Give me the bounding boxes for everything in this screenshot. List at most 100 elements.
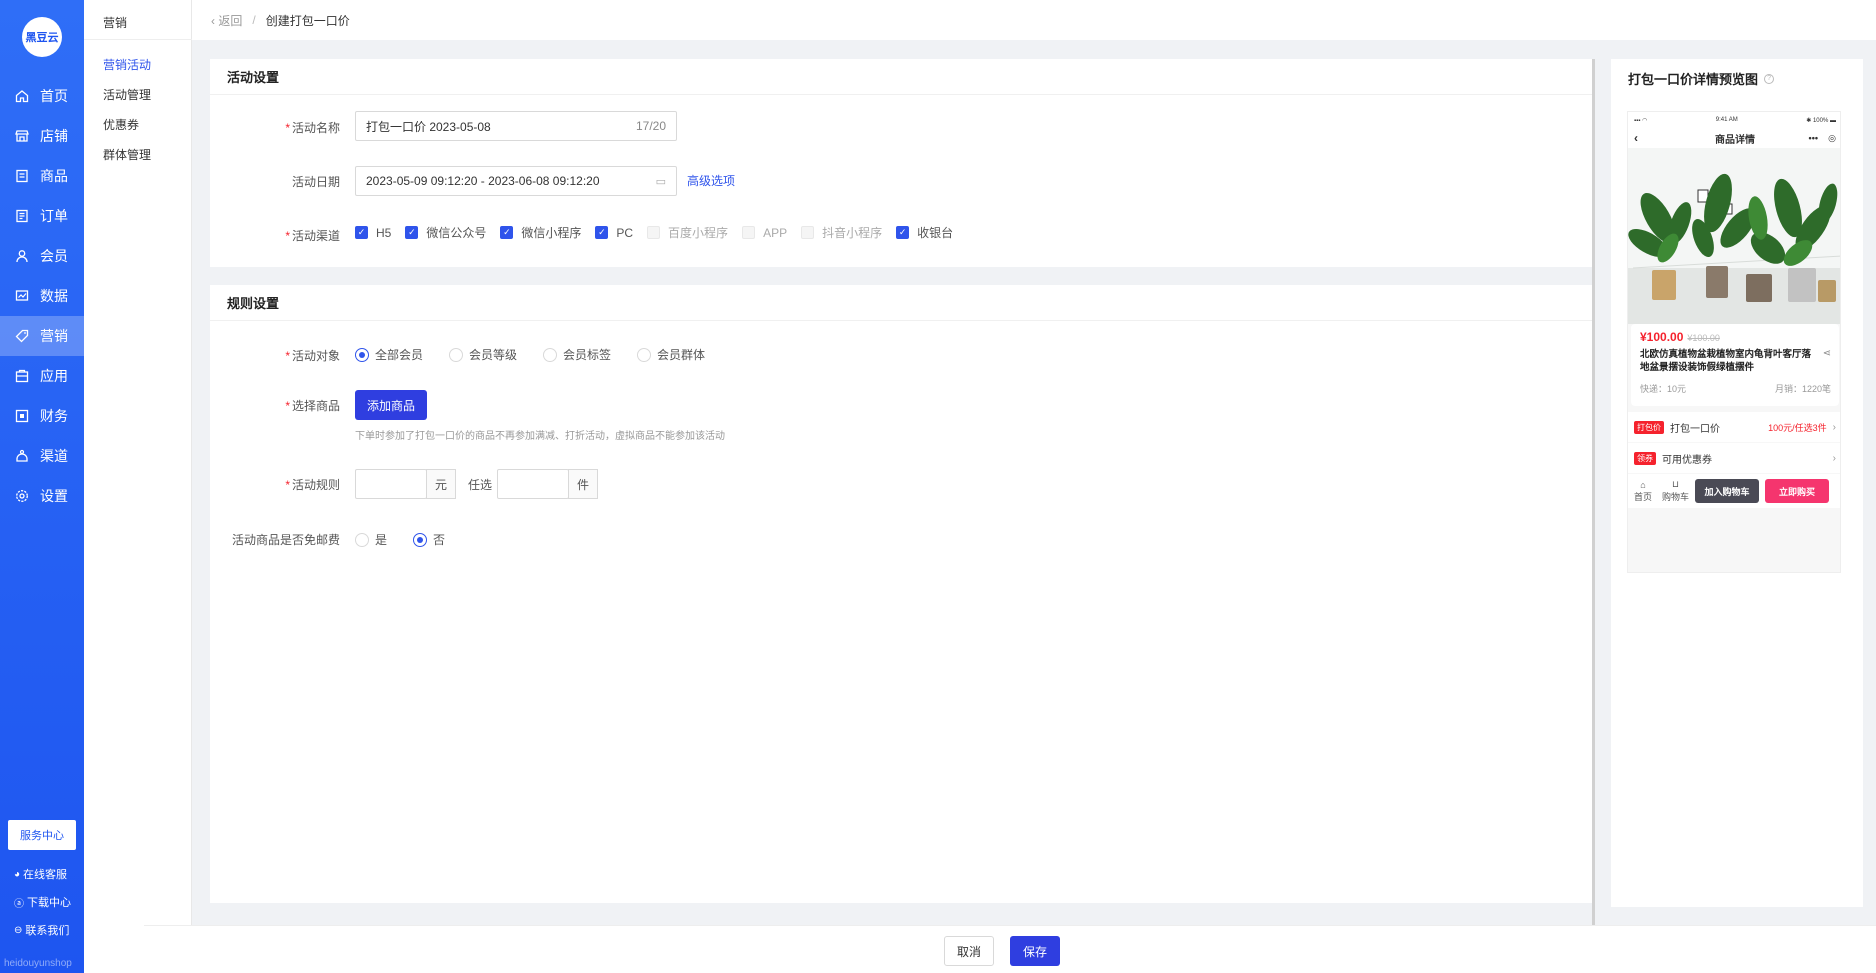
channel-pc[interactable]: ✓ PC xyxy=(595,226,633,240)
status-time: 9:41 AM xyxy=(1715,117,1738,123)
activity-settings-title: 活动设置 xyxy=(210,59,1592,95)
sidebar-item-label: 设置 xyxy=(40,488,68,504)
subnav-item-groups[interactable]: 群体管理 xyxy=(103,146,151,163)
target-member-level[interactable]: 会员等级 xyxy=(449,346,517,363)
free-shipping-no[interactable]: 否 xyxy=(413,531,445,548)
bundle-tag: 打包价 xyxy=(1634,420,1664,434)
subnav-divider xyxy=(84,39,192,40)
rule-label: * 活动规则 xyxy=(285,478,340,492)
advanced-options-link[interactable]: 高级选项 xyxy=(687,172,735,189)
subnav-item-campaigns[interactable]: 营销活动 xyxy=(103,56,151,73)
cart-icon: ⊔ xyxy=(1672,479,1680,489)
panel-divider[interactable] xyxy=(1592,59,1595,925)
subnav-item-coupons[interactable]: 优惠券 xyxy=(103,116,139,133)
bundle-quantity-input[interactable] xyxy=(497,469,569,499)
breadcrumb: ‹ 返回 / 创建打包一口价 xyxy=(192,0,1876,40)
channel-h5[interactable]: ✓ H5 xyxy=(355,226,391,240)
sidebar-item-label: 会员 xyxy=(40,248,68,264)
back-link[interactable]: ‹ 返回 xyxy=(211,12,242,29)
sidebar-item-order[interactable]: 订单 xyxy=(0,196,84,236)
target-member-group[interactable]: 会员群体 xyxy=(637,346,705,363)
chevron-left-icon: ‹ xyxy=(1634,131,1638,145)
channel-checkbox-group: ✓ H5 ✓ 微信公众号 ✓ 微信小程序 ✓ PC 百度小程序 APP 抖音小程序 ✓ 收… xyxy=(355,224,967,241)
sidebar-item-label: 数据 xyxy=(40,288,68,304)
shipping-fee: 快递：10元 xyxy=(1640,384,1687,394)
contact-us-label: 联系我们 xyxy=(25,925,70,937)
any-choose-label: 任选 xyxy=(468,478,493,492)
sidebar-item-label: 渠道 xyxy=(40,448,68,464)
checkbox-checked-icon: ✓ xyxy=(500,226,514,239)
activity-date-label: 活动日期 xyxy=(291,175,340,189)
product-name: 北欧仿真植物盆栽植物室内龟背叶客厅落地盆景摆设装饰假绿植摆件 xyxy=(1640,349,1812,373)
help-icon[interactable]: ? xyxy=(1764,73,1775,84)
target-radio-group: 全部会员 会员等级 会员标签 会员群体 xyxy=(355,346,719,363)
checkbox-disabled-icon xyxy=(647,226,661,239)
preview-title: 打包一口价详情预览图? xyxy=(1628,69,1775,88)
share-icon[interactable]: ⋖ xyxy=(1823,348,1831,359)
sidebar-item-home[interactable]: 首页 xyxy=(0,76,84,116)
home-nav-button[interactable]: ⌂ 首页 xyxy=(1634,480,1652,503)
goods-hint: 下单时参加了打包一口价的商品不再参加满减、打折活动，虚拟商品不能参加该活动 xyxy=(355,431,725,442)
bundle-price-input[interactable] xyxy=(355,469,427,499)
subnav-item-activity-manage[interactable]: 活动管理 xyxy=(103,86,151,103)
data-icon xyxy=(14,288,30,304)
activity-date-range-picker[interactable]: 2023-05-09 09:12:20 - 2023-06-08 09:12:2… xyxy=(355,166,677,196)
free-shipping-yes[interactable]: 是 xyxy=(355,531,387,548)
add-to-cart-button[interactable]: 加入购物车 xyxy=(1695,479,1760,503)
footer-bar: 取消 保存 xyxy=(144,925,1876,973)
piece-unit: 件 xyxy=(568,469,598,499)
cart-nav-button[interactable]: ⊔ 购物车 xyxy=(1662,479,1689,503)
coupon-row[interactable]: 领券 可用优惠券 › xyxy=(1628,443,1840,473)
sidebar-item-store[interactable]: 店铺 xyxy=(0,116,84,156)
main-nav: 首页 店铺 商品 订单 会员 数据 营销 应用 财务 渠道 设置 xyxy=(0,76,84,516)
cancel-button[interactable]: 取消 xyxy=(944,936,994,966)
sidebar-item-finance[interactable]: 财务 xyxy=(0,396,84,436)
sidebar-item-marketing[interactable]: 营销 xyxy=(0,316,84,356)
sidebar-item-apps[interactable]: 应用 xyxy=(0,356,84,396)
activity-channel-label: * 活动渠道 xyxy=(285,229,340,243)
download-center-link[interactable]: ⓐ 下载中心 xyxy=(14,894,71,910)
buy-now-button[interactable]: 立即购买 xyxy=(1765,479,1830,503)
checkbox-disabled-icon xyxy=(742,226,756,239)
sidebar-item-member[interactable]: 会员 xyxy=(0,236,84,276)
product-action-bar: ⌂ 首页 ⊔ 购物车 加入购物车 立即购买 xyxy=(1628,474,1840,508)
service-center-button[interactable]: 服务中心 xyxy=(8,820,76,850)
channel-douyin-miniprogram: 抖音小程序 xyxy=(801,224,882,241)
tag-icon xyxy=(14,328,30,344)
back-label: 返回 xyxy=(218,13,243,28)
bundle-label: 打包一口价 xyxy=(1670,423,1720,435)
sidebar-item-product[interactable]: 商品 xyxy=(0,156,84,196)
sidebar-item-channel[interactable]: 渠道 xyxy=(0,436,84,476)
product-price: ¥100.00 xyxy=(1640,330,1684,344)
radio-selected-icon xyxy=(413,532,428,547)
sidebar-item-data[interactable]: 数据 xyxy=(0,276,84,316)
brand-logo[interactable]: 黑豆云 xyxy=(22,17,62,57)
phone-preview: ▪▪▪ ◠ 9:41 AM ✱ 100% ▬ ‹ 商品详情 ••• ◎ ¥100… xyxy=(1627,111,1841,573)
radio-icon xyxy=(449,347,464,362)
target-member-tag[interactable]: 会员标签 xyxy=(543,346,611,363)
channel-wechat-miniprogram[interactable]: ✓ 微信小程序 xyxy=(500,224,581,241)
contact-us-link[interactable]: ⊖ 联系我们 xyxy=(14,922,69,938)
sidebar-item-settings[interactable]: 设置 xyxy=(0,476,84,516)
online-service-label: 在线客服 xyxy=(23,869,68,881)
channel-wechat-official[interactable]: ✓ 微信公众号 xyxy=(405,224,486,241)
sidebar-item-label: 营销 xyxy=(40,328,68,344)
bundle-price-row[interactable]: 打包价 打包一口价 100元/任选3件 › xyxy=(1628,412,1840,442)
chevron-right-icon: › xyxy=(1832,421,1836,433)
radio-icon xyxy=(355,532,369,547)
sidebar-item-label: 应用 xyxy=(40,368,68,384)
radio-icon xyxy=(543,347,558,362)
sidebar-item-label: 订单 xyxy=(40,208,68,224)
gear-icon xyxy=(14,488,30,504)
sub-nav: 营销 营销活动 活动管理 优惠券 群体管理 xyxy=(84,0,192,973)
add-goods-button[interactable]: 添加商品 xyxy=(355,390,427,420)
checkbox-checked-icon: ✓ xyxy=(896,226,910,239)
page-title: 创建打包一口价 xyxy=(265,13,350,28)
save-button[interactable]: 保存 xyxy=(1010,936,1060,966)
channel-cashier[interactable]: ✓ 收银台 xyxy=(896,224,953,241)
activity-name-field[interactable]: 打包一口价 2023-05-08 17/20 xyxy=(355,111,677,141)
nav-title: 商品详情 xyxy=(1715,134,1755,146)
target-all-members[interactable]: 全部会员 xyxy=(355,346,423,363)
more-icon: ••• xyxy=(1808,133,1818,143)
online-service-link[interactable]: ◕ 在线客服 xyxy=(14,866,67,882)
